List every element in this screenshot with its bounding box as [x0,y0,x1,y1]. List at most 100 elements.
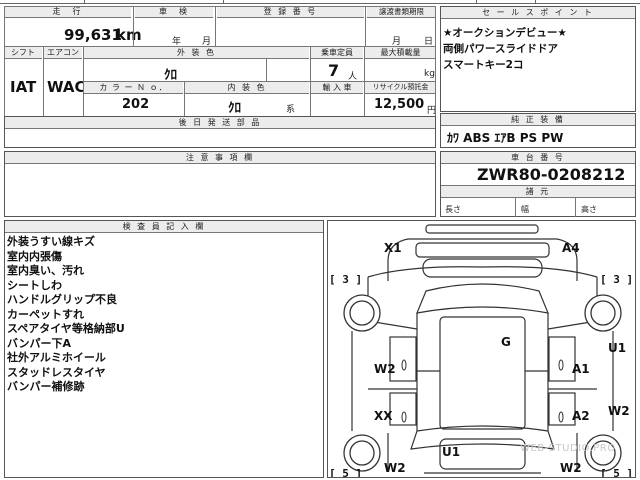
grid-line [515,197,516,217]
inspector-list: 外装うすい線キズ 室内内張傷 室内臭い、汚れ シートしわ ハンドルグリップ不良 … [7,235,125,395]
shift-header: シフト [4,47,42,59]
top-strip-piece [84,0,224,4]
color-no-header: カ ラ ー Ｎ ｏ． [84,82,183,94]
registration-header: 登 録 番 号 [217,6,364,18]
grid-line [133,6,134,46]
tire-front-left-value: 3 [342,273,349,286]
later-docs-box: 後 日 発 送 部 品 [4,116,436,148]
tire-rear-right-value: 5 [613,467,620,478]
int-color-value: ｸﾛ [228,101,241,116]
tire-rear-right: [ 5 ] [600,467,634,478]
top-strip [0,0,640,4]
notes-box: 注 意 事 項 欄 [4,151,436,217]
grid-line [215,6,216,46]
inspector-header: 検 査 員 記 入 欄 [5,221,323,233]
damage-label-front-right: A4 [562,241,580,255]
inspection-header: 車 検 [135,6,213,18]
equipment-header: 純 正 装 備 [441,114,635,126]
damage-label-rear-center: U1 [442,445,461,459]
damage-label-rear-right: W2 [560,461,582,475]
capacity-value: 7 [328,61,340,80]
load-header: 最大積載量 [365,47,436,59]
inspector-item: 室内臭い、汚れ [7,264,84,277]
sales-point-line: 両側パワースライドドア [443,43,558,55]
tire-front-right-value: 3 [613,273,620,286]
inspector-item: バンパー補修跡 [7,380,85,393]
tire-front-left: [ 3 ] [329,273,363,286]
height-label: 高さ [581,205,597,214]
ac-header: エアコン [44,47,82,59]
grid-line [364,46,365,116]
tire-rear-left-value: 5 [342,467,349,478]
inspector-box: 検 査 員 記 入 欄 外装うすい線キズ 室内内張傷 室内臭い、汚れ シートしわ… [4,220,324,478]
inspector-item: 室内内張傷 [7,249,62,263]
damage-label-left-front-door: W2 [374,362,396,376]
notes-header: 注 意 事 項 欄 [5,152,435,164]
sales-point-header: セ ー ル ス ポ イ ン ト [441,7,635,19]
top-strip-piece [476,0,536,4]
grid-line [4,6,436,7]
int-color-header: 内 装 色 [185,82,309,94]
chassis-value: ZWR80-0208212 [477,165,626,184]
recycle-header: リサイクル預託金 [365,82,436,94]
shift-value: IAT [10,78,37,96]
capacity-header: 乗車定員 [311,47,363,59]
grid-line [84,81,436,82]
tire-rear-left: [ 5 ] [329,467,363,478]
length-label: 長さ [445,205,461,214]
width-label: 幅 [521,205,529,214]
recycle-value: 12,500 [374,97,425,112]
dims-header: 諸 元 [441,185,635,198]
chassis-box: 車 台 番 号 ZWR80-0208212 諸 元 長さ 幅 高さ [440,151,636,217]
sales-point-line: ★オークションデビュー★ [443,27,567,39]
watermark-text: WEB-STUDIO.PRO [520,443,616,454]
grid-line [4,46,436,47]
color-no-value: 202 [122,97,150,112]
int-color-unit: 系 [286,105,296,115]
grid-line [184,81,185,116]
inspector-item: バンパー下A [7,336,72,350]
damage-label-left-rear-door: XX [374,409,393,423]
inspector-item: カーペットすれ [7,307,84,321]
sales-point-line: スマートキー2コ [443,59,524,71]
inspector-item: シートしわ [7,278,62,292]
later-docs-header: 後 日 発 送 部 品 [5,117,435,129]
tire-front-right: [ 3 ] [600,273,634,286]
damage-label-right-rear-door: A2 [572,409,590,423]
inspector-item: スペアタイヤ等格納部U [7,322,125,335]
grid-line [83,46,84,116]
car-outline-icon [343,224,622,474]
grid-line [575,197,576,217]
damage-label-front-left: X1 [384,241,402,255]
damage-label-right-front-door: A1 [572,362,590,376]
chassis-header: 車 台 番 号 [441,152,635,164]
damage-label-rear-left: W2 [384,461,406,475]
car-diagram-box: X1 A4 W2 A1 G U1 XX A2 W2 U1 W2 W2 [ 3 ]… [327,220,636,478]
ext-color-header: 外 装 色 [84,47,309,59]
load-unit: kg [424,69,435,79]
damage-label-right-rear-panel: W2 [608,404,630,418]
mileage-unit: km [116,26,142,44]
grid-line [435,6,436,117]
inspector-item: 社外アルミホイール [7,351,106,364]
equipment-box: 純 正 装 備 ｶﾜ ABS ｴｱB PS PW [440,113,636,148]
damage-label-right-panel: U1 [608,341,627,355]
grid-line [266,58,267,81]
transfer-header: 譲渡書類期限 [367,6,436,18]
inspector-item: スタッドレスタイヤ [7,365,106,379]
damage-label-roof: G [501,335,511,349]
ac-value: WAC [47,78,86,96]
sales-point-box: セ ー ル ス ポ イ ン ト ★オークションデビュー★ 両側パワースライドドア… [440,6,636,112]
vehicle-info-table: 走 行 車 検 登 録 番 号 譲渡書類期限 99,631 km 年 月 月 日… [4,6,436,117]
inspector-item: 外装うすい線キズ [7,235,95,248]
mileage-value: 99,631 [64,26,122,44]
sales-point-list: ★オークションデビュー★ 両側パワースライドドア スマートキー2コ [443,25,567,73]
mileage-header: 走 行 [4,6,131,18]
import-header: 輸 入 車 [311,82,363,94]
grid-line [365,6,366,46]
grid-line [43,46,44,116]
grid-line [4,6,5,117]
inspector-item: ハンドルグリップ不良 [7,293,117,306]
grid-line [310,46,311,116]
equipment-value: ｶﾜ ABS ｴｱB PS PW [447,131,564,145]
